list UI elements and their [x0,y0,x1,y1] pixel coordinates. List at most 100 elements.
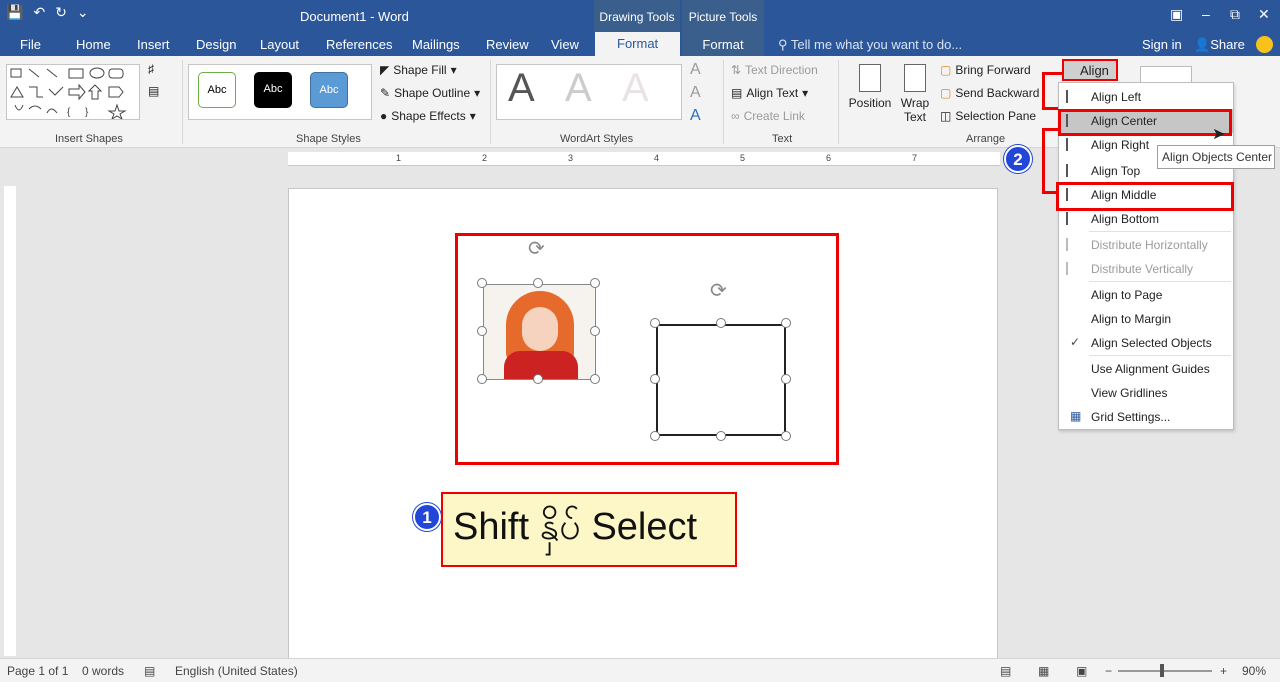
chevron-down-icon: ▾ [802,86,809,100]
resize-handle[interactable] [716,431,726,441]
share-button[interactable]: 👤Share [1194,37,1245,53]
tab-file[interactable]: File [20,37,41,52]
restore-icon[interactable]: ⧉ [1230,6,1240,23]
text-effects-icon[interactable]: A [690,107,701,125]
document-title: Document1 - Word [300,9,409,24]
minimize-icon[interactable]: – [1202,6,1210,22]
text-box-icon[interactable]: ▤ [148,84,159,98]
shape-effects-button[interactable]: ● Shape Effects ▾ [380,109,476,123]
page-count[interactable]: Page 1 of 1 [7,664,68,678]
rotate-handle-icon[interactable]: ⟳ [710,278,727,303]
menu-item-align-to-margin[interactable]: Align to Margin [1059,307,1233,331]
vertical-ruler[interactable] [4,186,16,656]
zoom-in-icon[interactable]: + [1220,664,1227,678]
tab-home[interactable]: Home [76,37,111,52]
edit-shape-icon[interactable]: ♯ [148,62,154,76]
menu-item-label: Align Left [1091,90,1142,104]
wordart-preset[interactable]: A [565,66,592,111]
tab-insert[interactable]: Insert [137,37,170,52]
zoom-slider-thumb[interactable] [1160,664,1164,677]
tab-layout[interactable]: Layout [260,37,299,52]
ruler-mark: 7 [912,153,918,163]
bring-forward-label: Bring Forward [955,63,1031,77]
resize-handle[interactable] [716,318,726,328]
shape-style-preset[interactable]: Abc [310,72,348,108]
resize-handle[interactable] [477,326,487,336]
align-top-icon [1066,164,1080,177]
resize-handle[interactable] [533,278,543,288]
highlight-align-middle [1056,182,1234,211]
create-link-button: ∞ Create Link [731,109,805,123]
print-layout-icon[interactable]: ▦ [1038,664,1049,678]
menu-item-align-to-page[interactable]: Align to Page [1059,283,1233,307]
paint-bucket-icon: ◤ [380,63,390,77]
resize-handle[interactable] [533,374,543,384]
read-mode-icon[interactable]: ▤ [1000,664,1011,678]
menu-item-grid-settings[interactable]: ▦ Grid Settings... [1059,405,1233,429]
menu-item-align-selected-objects[interactable]: ✓ Align Selected Objects [1059,331,1233,355]
selected-rectangle-shape[interactable] [656,324,786,436]
position-label: Position [848,96,892,110]
resize-handle[interactable] [590,374,600,384]
customize-qat-icon[interactable]: ⌄ [77,4,89,21]
selection-pane-button[interactable]: ◫ Selection Pane [940,109,1036,123]
resize-handle[interactable] [650,431,660,441]
word-count[interactable]: 0 words [82,664,124,678]
wordart-preset[interactable]: A [622,66,649,111]
feedback-smiley-icon[interactable] [1256,36,1273,53]
tab-references[interactable]: References [326,37,392,52]
shape-style-preset[interactable]: Abc [254,72,292,108]
sign-in-link[interactable]: Sign in [1142,37,1182,52]
tab-mailings[interactable]: Mailings [412,37,460,52]
align-button[interactable]: Align ▾ [1062,59,1118,93]
chevron-down-icon: ▾ [469,109,476,123]
language-indicator[interactable]: English (United States) [175,664,298,678]
align-text-button[interactable]: ▤ Align Text ▾ [731,86,808,100]
resize-handle[interactable] [781,431,791,441]
menu-item-view-gridlines[interactable]: View Gridlines [1059,381,1233,405]
text-outline-icon: A [690,84,701,101]
resize-handle[interactable] [590,278,600,288]
tab-format-drawing[interactable]: Format [595,32,681,56]
resize-handle[interactable] [650,374,660,384]
send-backward-button[interactable]: ▢ Send Backward [940,86,1039,100]
save-icon[interactable]: 💾 [6,4,23,21]
zoom-slider[interactable] [1118,670,1212,672]
annotation-connector [1042,72,1045,110]
shapes-gallery[interactable]: { } [6,64,140,121]
tab-format-picture[interactable]: Format [682,32,764,56]
resize-handle[interactable] [650,318,660,328]
tab-review[interactable]: Review [486,37,529,52]
shape-fill-button[interactable]: ◤ Shape Fill ▾ [380,63,457,77]
tab-view[interactable]: View [551,37,579,52]
proofing-icon[interactable]: ▤ [144,664,155,678]
selected-picture[interactable] [483,284,596,380]
rotate-handle-icon[interactable]: ⟳ [528,236,545,261]
bring-forward-button[interactable]: ▢ Bring Forward [940,63,1031,77]
tab-design[interactable]: Design [196,37,236,52]
tell-me-search[interactable]: ⚲ Tell me what you want to do... [778,37,962,53]
resize-handle[interactable] [781,374,791,384]
zoom-out-icon[interactable]: − [1105,664,1112,678]
shape-outline-button[interactable]: ✎ Shape Outline ▾ [380,86,480,100]
wrap-text-button[interactable]: Wrap Text [898,64,932,124]
close-icon[interactable]: ✕ [1258,6,1270,23]
resize-handle[interactable] [477,374,487,384]
wordart-preset[interactable]: A [508,66,535,111]
wordart-styles-label: WordArt Styles [560,133,634,145]
zoom-level[interactable]: 90% [1242,664,1266,678]
position-button[interactable]: Position [848,64,892,110]
undo-icon[interactable]: ↶ [33,4,45,21]
shape-style-preset[interactable]: Abc [198,72,236,108]
redo-icon[interactable]: ↻ [55,4,67,21]
resize-handle[interactable] [590,326,600,336]
wrap-text-label-line2: Text [903,110,926,124]
menu-item-use-alignment-guides[interactable]: Use Alignment Guides [1059,357,1233,381]
resize-handle[interactable] [781,318,791,328]
menu-item-align-left[interactable]: Align Left [1059,85,1233,109]
resize-handle[interactable] [477,278,487,288]
horizontal-ruler[interactable]: 1 2 3 4 5 6 7 [288,152,1000,166]
ruler-mark: 6 [826,153,832,163]
ribbon-display-icon[interactable]: ▣ [1170,6,1183,23]
web-layout-icon[interactable]: ▣ [1076,664,1087,678]
